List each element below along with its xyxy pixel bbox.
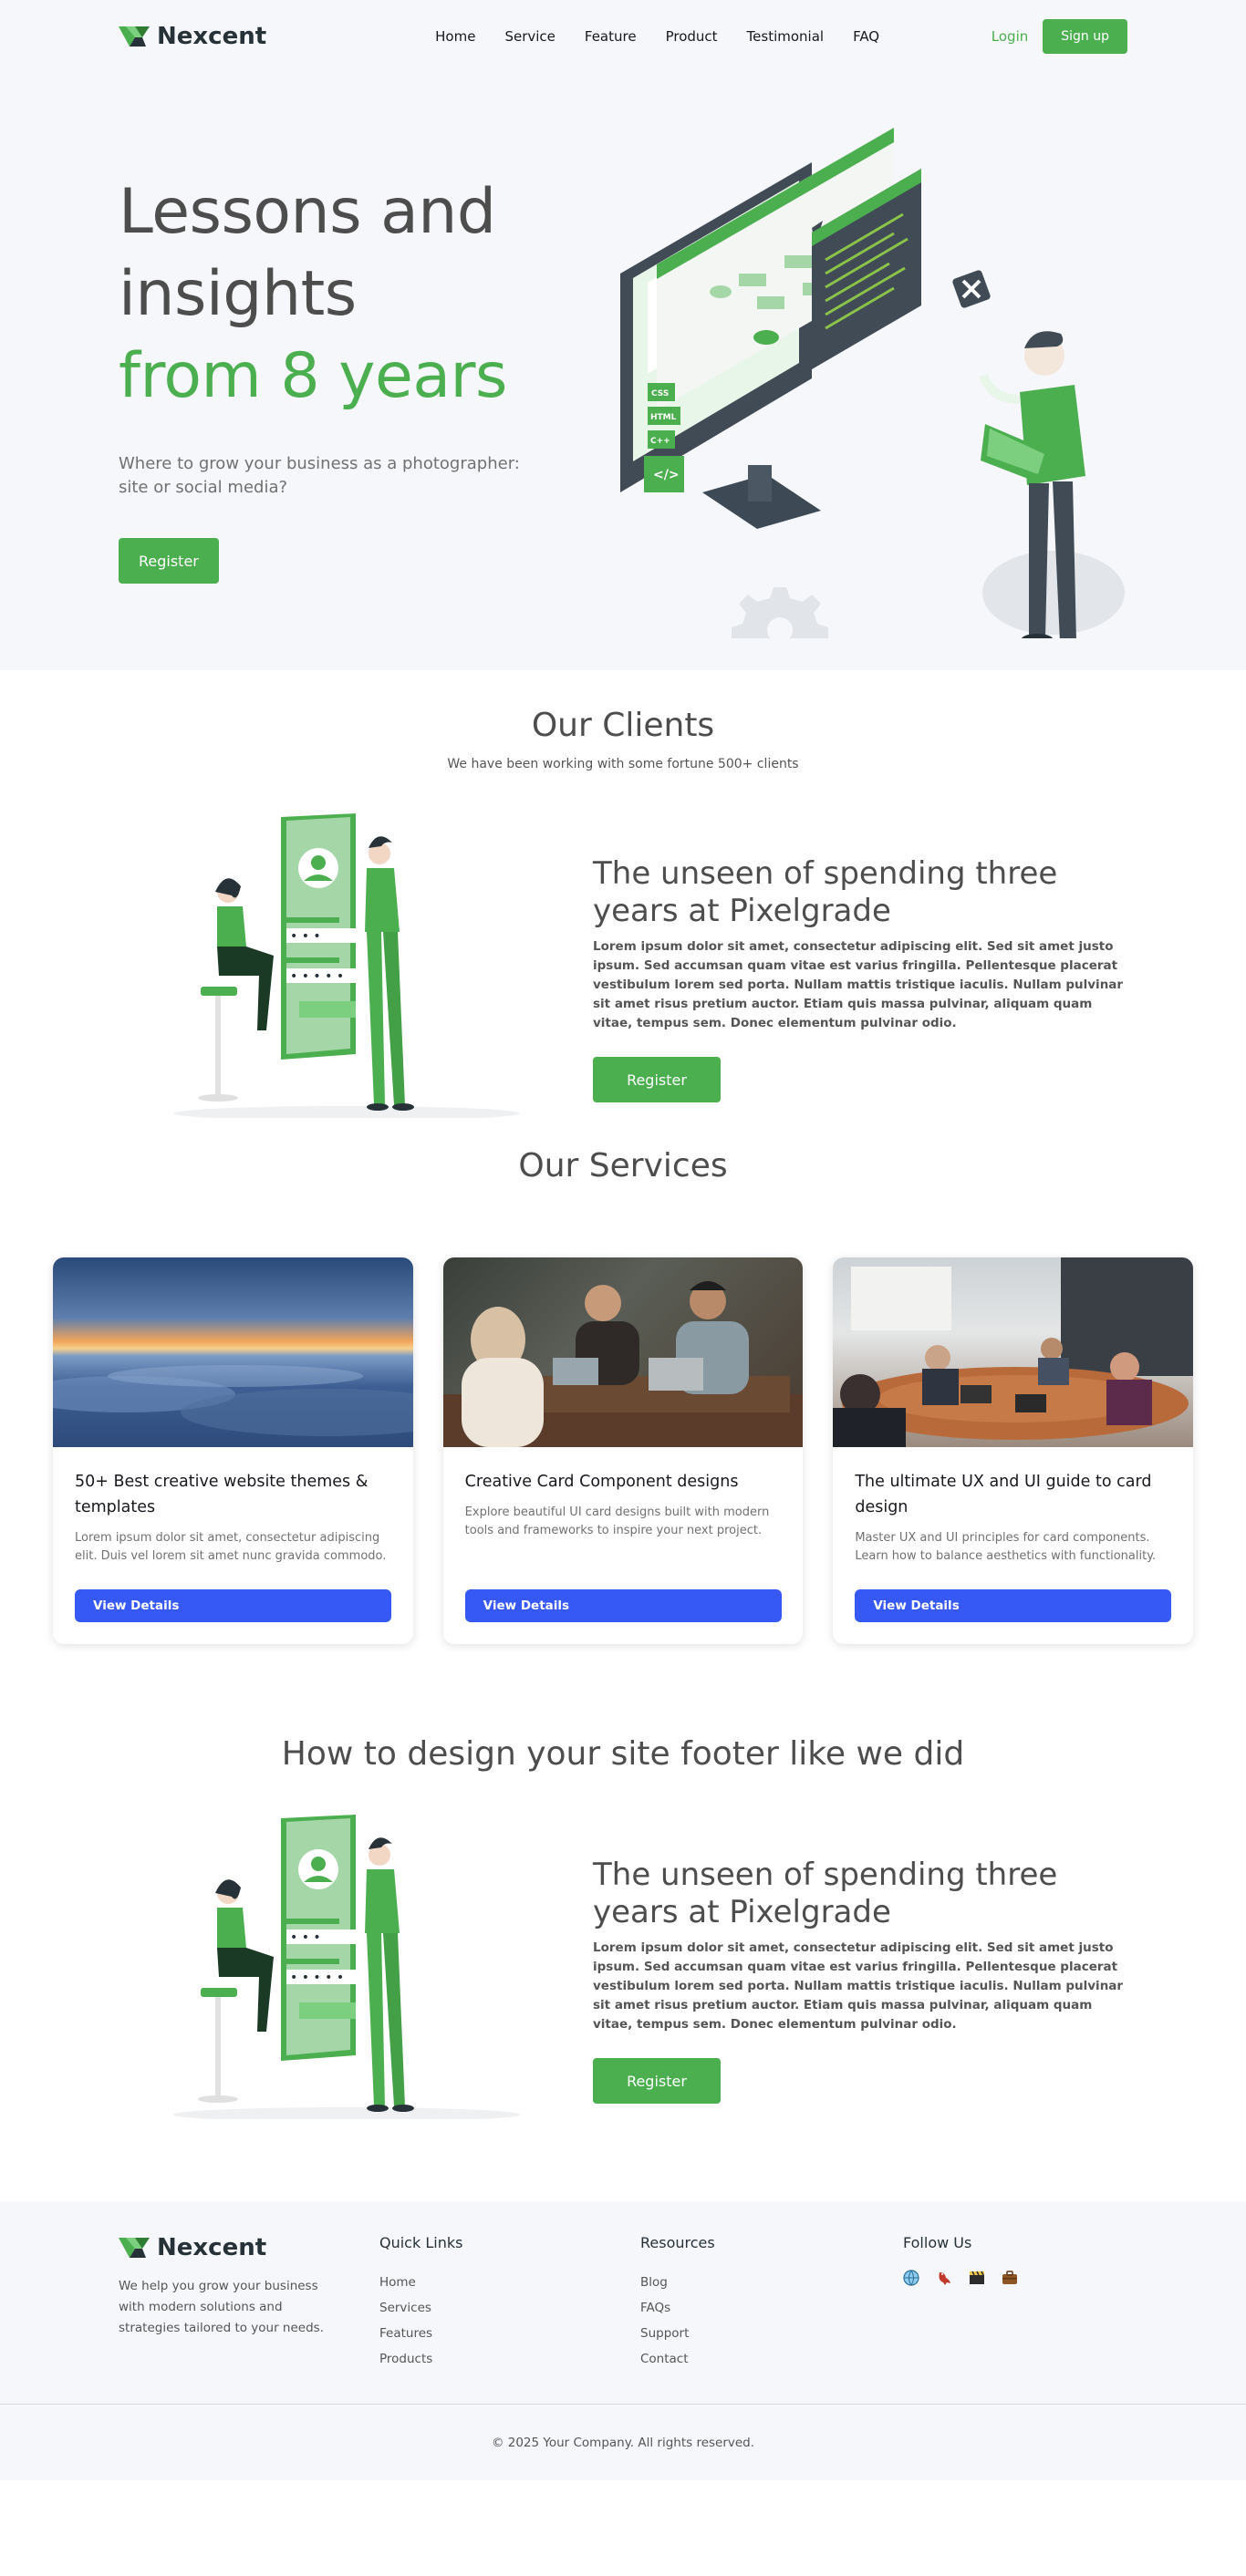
svg-text:• • •: • • • <box>290 1930 321 1945</box>
svg-text:CSS: CSS <box>651 389 669 398</box>
footer-about: We help you grow your business with mode… <box>119 2279 324 2335</box>
feature-body: Lorem ipsum dolor sit amet, consectetur … <box>593 939 1124 1030</box>
svg-text:HTML: HTML <box>650 413 677 422</box>
footer-link-faqs[interactable]: FAQs <box>640 2295 715 2321</box>
services-title: Our Services <box>518 1147 728 1185</box>
svg-text:C++: C++ <box>650 437 670 446</box>
resources-title: Resources <box>640 2234 715 2251</box>
hero-illustration: CSS HTML C++ </> <box>620 128 1125 638</box>
card-image-conference <box>833 1257 1194 1447</box>
services-cards: 50+ Best creative website themes & templ… <box>53 1257 1194 1644</box>
nav-actions: Login Sign up <box>992 19 1127 54</box>
footer-link-features[interactable]: Features <box>379 2321 462 2346</box>
svg-text:• • • • •: • • • • • <box>290 969 344 984</box>
top-nav: Nexcent Home Service Feature Product Tes… <box>0 0 1246 73</box>
copyright-text: © 2025 Your Company. All rights reserved… <box>491 2435 755 2450</box>
brand-name: Nexcent <box>157 23 267 50</box>
footer-brand-col: Nexcent We help you grow your business w… <box>119 2234 347 2339</box>
hero-register-button[interactable]: Register <box>119 538 219 584</box>
service-card[interactable]: 50+ Best creative website themes & templ… <box>53 1257 413 1644</box>
footer-link-contact[interactable]: Contact <box>640 2346 715 2372</box>
quick-links-title: Quick Links <box>379 2234 463 2251</box>
view-details-button[interactable]: View Details <box>75 1589 391 1622</box>
service-card[interactable]: Creative Card Component designs Explore … <box>442 1257 804 1644</box>
footer-design-title: How to design your site footer like we d… <box>281 1735 965 1773</box>
nav-service[interactable]: Service <box>504 28 555 45</box>
nav-faq[interactable]: FAQ <box>853 28 879 45</box>
svg-text:• • • • •: • • • • • <box>290 1971 344 1985</box>
login-illustration: • • • • • • • • <box>173 813 520 1118</box>
card-image-meeting <box>442 1257 804 1447</box>
main-menu: Home Service Feature Product Testimonial… <box>435 28 879 45</box>
feature-text-1: The unseen of spending three years at Pi… <box>593 855 1127 1102</box>
footer-quick-links: Quick Links Home Services Features Produ… <box>379 2234 462 2372</box>
bird-icon[interactable] <box>936 2270 952 2286</box>
footer-resources: Resources Blog FAQs Support Contact <box>640 2234 715 2372</box>
hero-title-line1: Lessons and <box>119 176 496 248</box>
hero-subtitle: Where to grow your business as a photogr… <box>119 454 520 497</box>
logo-icon <box>119 26 150 47</box>
hero-section: Lessons and insights from 8 years Where … <box>0 73 1246 670</box>
nav-home[interactable]: Home <box>435 28 475 45</box>
card-title: 50+ Best creative website themes & templ… <box>75 1473 369 1516</box>
globe-icon[interactable] <box>903 2270 919 2286</box>
footer-link-services[interactable]: Services <box>379 2295 462 2321</box>
card-title: The ultimate UX and UI guide to card des… <box>855 1473 1152 1516</box>
footer-design-section: How to design your site footer like we d… <box>0 1644 1246 2137</box>
footer-logo[interactable]: Nexcent <box>119 2234 347 2261</box>
card-description: Master UX and UI principles for card com… <box>855 1531 1157 1563</box>
clients-title: Our Clients <box>531 707 715 744</box>
card-image-sky <box>53 1257 413 1447</box>
feature-block-2: • • • • • • • • The unseen of spending t… <box>119 1773 1127 2137</box>
login-link[interactable]: Login <box>992 28 1028 45</box>
footer-follow: Follow Us <box>903 2234 1018 2286</box>
logo-icon <box>119 2238 150 2258</box>
footer-link-blog[interactable]: Blog <box>640 2270 715 2295</box>
hero-title-line3: from 8 years <box>119 340 507 412</box>
card-description: Lorem ipsum dolor sit amet, consectetur … <box>75 1531 387 1563</box>
hero-title: Lessons and insights from 8 years <box>119 171 593 418</box>
briefcase-icon[interactable] <box>1002 2270 1018 2286</box>
svg-text:</>: </> <box>653 468 680 482</box>
view-details-button[interactable]: View Details <box>464 1589 782 1622</box>
footer-link-support[interactable]: Support <box>640 2321 715 2346</box>
card-title: Creative Card Component designs <box>464 1473 739 1491</box>
signup-button[interactable]: Sign up <box>1043 19 1127 54</box>
hero-title-line2: insights <box>119 258 357 330</box>
svg-text:• • •: • • • <box>290 929 321 944</box>
feature-register-button[interactable]: Register <box>593 1057 721 1102</box>
feature-text-2: The unseen of spending three years at Pi… <box>593 1857 1127 2104</box>
clapper-icon[interactable] <box>969 2270 985 2286</box>
feature-body: Lorem ipsum dolor sit amet, consectetur … <box>593 1940 1124 2032</box>
site-footer: Nexcent We help you grow your business w… <box>0 2201 1246 2480</box>
nav-testimonial[interactable]: Testimonial <box>747 28 825 45</box>
services-section: Our Services 50+ Best creative website t… <box>0 1136 1246 1644</box>
feature-register-button[interactable]: Register <box>593 2058 721 2104</box>
feature-heading: The unseen of spending three years at Pi… <box>593 855 1058 929</box>
feature-heading: The unseen of spending three years at Pi… <box>593 1857 1058 1930</box>
view-details-button[interactable]: View Details <box>855 1589 1172 1622</box>
clients-section: Our Clients We have been working with so… <box>0 670 1246 1136</box>
login-illustration: • • • • • • • • <box>173 1815 520 2119</box>
copyright-bar: © 2025 Your Company. All rights reserved… <box>0 2404 1246 2480</box>
footer-brand-name: Nexcent <box>157 2234 267 2261</box>
social-icons <box>903 2270 1018 2286</box>
footer-link-home[interactable]: Home <box>379 2270 462 2295</box>
close-icon <box>952 270 991 308</box>
nav-product[interactable]: Product <box>666 28 718 45</box>
footer-link-products[interactable]: Products <box>379 2346 462 2372</box>
follow-title: Follow Us <box>903 2234 972 2251</box>
card-description: Explore beautiful UI card designs built … <box>464 1505 770 1537</box>
gear-icon <box>732 587 828 638</box>
hero-text: Lessons and insights from 8 years Where … <box>119 171 593 584</box>
nav-feature[interactable]: Feature <box>585 28 637 45</box>
clients-subtitle: We have been working with some fortune 5… <box>447 757 799 771</box>
feature-block-1: • • • • • • • • The unseen of spending t… <box>119 771 1127 1136</box>
brand-logo[interactable]: Nexcent <box>119 23 266 50</box>
service-card[interactable]: The ultimate UX and UI guide to card des… <box>833 1257 1194 1644</box>
